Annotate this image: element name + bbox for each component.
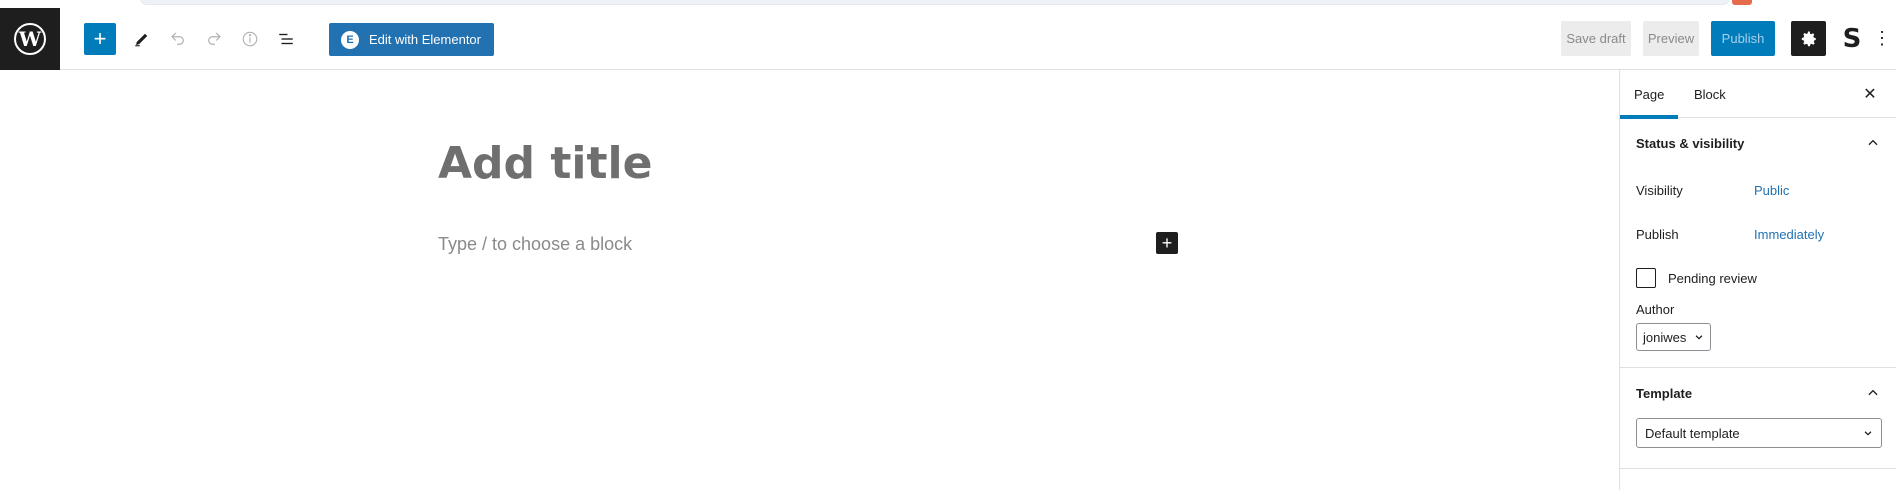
editor-canvas: Add title Type / to choose a block + xyxy=(0,70,1620,490)
chevron-down-icon xyxy=(1695,335,1703,340)
chevron-up-icon xyxy=(1864,134,1882,152)
status-visibility-toggle[interactable]: Status & visibility xyxy=(1620,118,1896,168)
post-title-input[interactable]: Add title xyxy=(438,138,652,189)
plus-icon: + xyxy=(1161,233,1173,253)
plugin-s-icon: S xyxy=(1842,23,1862,54)
pending-review-label: Pending review xyxy=(1668,270,1757,286)
save-draft-button[interactable]: Save draft xyxy=(1561,21,1631,56)
visibility-row: Visibility Public xyxy=(1620,168,1896,212)
visibility-link[interactable]: Public xyxy=(1754,183,1789,198)
sidebar-tabs: Page Block ✕ xyxy=(1619,70,1896,119)
list-view-button[interactable] xyxy=(272,23,300,55)
visibility-label: Visibility xyxy=(1636,182,1683,198)
tab-page[interactable]: Page xyxy=(1619,70,1679,119)
undo-button[interactable] xyxy=(164,23,192,55)
pending-review-row: Pending review xyxy=(1620,256,1896,300)
redo-icon xyxy=(208,32,221,45)
tab-block[interactable]: Block xyxy=(1694,70,1726,118)
author-label: Author xyxy=(1636,302,1675,317)
template-select[interactable]: Default template xyxy=(1636,418,1882,448)
editor-topbar: W + E Edit with Elementor Save draft Pre… xyxy=(0,8,1896,70)
edit-with-elementor-button[interactable]: E Edit with Elementor xyxy=(329,23,494,56)
publish-label: Publish xyxy=(1636,226,1679,242)
template-toggle[interactable]: Template xyxy=(1620,368,1896,418)
template-panel: Template Default template xyxy=(1620,368,1896,469)
block-inserter-button[interactable]: + xyxy=(1156,232,1178,254)
gear-icon xyxy=(1801,31,1816,46)
close-icon: ✕ xyxy=(1863,86,1877,103)
undo-icon xyxy=(171,32,184,45)
details-button[interactable] xyxy=(236,23,264,55)
plugin-s-button[interactable]: S xyxy=(1838,21,1866,56)
kebab-menu-icon: ⋮ xyxy=(1873,28,1891,48)
panel-title: Status & visibility xyxy=(1636,135,1745,151)
info-icon xyxy=(242,31,258,47)
browser-strip xyxy=(0,0,1896,8)
list-view-icon xyxy=(279,33,293,45)
pending-review-checkbox[interactable] xyxy=(1636,268,1656,288)
options-menu-button[interactable]: ⋮ xyxy=(1873,21,1891,56)
tools-button[interactable] xyxy=(128,23,156,55)
publish-date-link[interactable]: Immediately xyxy=(1754,227,1824,242)
wordpress-logo-button[interactable]: W xyxy=(0,8,60,70)
status-visibility-panel: Status & visibility Visibility Public Pu… xyxy=(1620,118,1896,368)
add-block-button[interactable]: + xyxy=(84,23,116,55)
close-sidebar-button[interactable]: ✕ xyxy=(1858,82,1882,106)
publish-button[interactable]: Publish xyxy=(1711,21,1775,56)
pencil-icon xyxy=(135,33,148,47)
settings-button[interactable] xyxy=(1791,21,1826,56)
plus-icon: + xyxy=(93,26,107,51)
preview-button[interactable]: Preview xyxy=(1643,21,1699,56)
chevron-down-icon xyxy=(1864,431,1872,436)
template-value: Default template xyxy=(1645,425,1740,441)
author-select[interactable]: joniwes xyxy=(1636,323,1711,351)
chevron-up-icon xyxy=(1864,384,1882,402)
browser-address-pill xyxy=(140,0,1730,5)
panel-title: Template xyxy=(1636,385,1693,401)
settings-sidebar: Page Block ✕ Status & visibility Visibil… xyxy=(1619,70,1896,490)
edit-with-elementor-label: Edit with Elementor xyxy=(369,32,481,47)
elementor-icon: E xyxy=(341,30,359,49)
publish-row: Publish Immediately xyxy=(1620,212,1896,256)
redo-button[interactable] xyxy=(200,23,228,55)
wordpress-logo-icon: W xyxy=(14,23,46,55)
author-value: joniwes xyxy=(1643,329,1687,345)
block-appender[interactable]: Type / to choose a block xyxy=(438,234,632,255)
browser-extension-badge xyxy=(1732,0,1752,5)
